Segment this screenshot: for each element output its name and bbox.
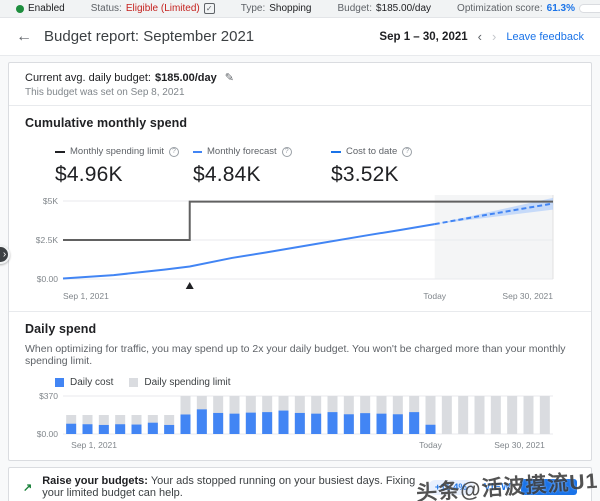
optimization-score-value: 61.3% <box>546 3 575 14</box>
daily-cost-legend-label: Daily cost <box>70 377 114 388</box>
optimization-score-label: Optimization score: <box>457 3 543 14</box>
uplift-badge: +11.4% <box>427 479 474 495</box>
spending-limit-legend-mark <box>55 150 65 153</box>
apply-button[interactable] <box>521 479 577 495</box>
date-range[interactable]: Sep 1 – 30, 2021 <box>379 31 467 43</box>
status-label: Status: <box>90 3 122 14</box>
eligibility-status: Status: Eligible (Limited) ✓ <box>91 3 215 14</box>
svg-text:Sep 30, 2021: Sep 30, 2021 <box>502 291 553 301</box>
enabled-dot-icon <box>16 4 24 13</box>
budget-set-note: This budget was set on Sep 8, 2021 <box>25 87 185 98</box>
daily-chart-legend: Daily cost Daily spending limit <box>55 377 575 388</box>
next-period-button[interactable]: › <box>492 29 496 44</box>
optimization-score: Optimization score: 61.3% <box>457 3 600 14</box>
help-icon[interactable]: ? <box>169 146 179 157</box>
leave-feedback-link[interactable]: Leave feedback <box>506 31 584 43</box>
svg-text:Today: Today <box>419 440 442 450</box>
daily-cost-swatch-icon <box>55 378 64 387</box>
daily-spend-chart[interactable]: $370 $0.00 Sep 1, 2021 Today Sep 30, 2021 <box>27 390 571 454</box>
report-body: Current avg. daily budget: $185.00/day ✎… <box>0 56 600 501</box>
metric-value: $3.52K <box>331 163 399 186</box>
campaign-status-bar: Enabled Status: Eligible (Limited) ✓ Typ… <box>0 0 600 18</box>
edit-budget-icon[interactable]: ✎ <box>225 71 234 84</box>
daily-section-subtitle: When optimizing for traffic, you may spe… <box>25 343 566 367</box>
budget-report-page: Enabled Status: Eligible (Limited) ✓ Typ… <box>0 0 600 501</box>
view-recommendation-link[interactable]: VIEW <box>484 482 511 493</box>
optimization-score-bar <box>579 4 600 13</box>
svg-text:$0.00: $0.00 <box>37 274 59 284</box>
forecast-legend-mark <box>193 150 202 153</box>
svg-text:$2.5K: $2.5K <box>36 235 59 245</box>
current-budget-info: Current avg. daily budget: $185.00/day ✎… <box>9 63 591 105</box>
current-budget-value: $185.00/day <box>154 71 217 84</box>
campaign-type: Type: Shopping <box>241 3 312 14</box>
budget-label: Budget: <box>337 3 372 14</box>
help-icon[interactable]: ? <box>281 146 292 157</box>
enabled-status[interactable]: Enabled <box>16 3 65 14</box>
help-icon[interactable]: ? <box>402 146 413 157</box>
svg-text:$5K: $5K <box>43 196 58 206</box>
trending-up-icon: ↗ <box>23 481 33 494</box>
recommendation-card: ↗ Raise your budgets: Your ads stopped r… <box>8 467 592 501</box>
cost-to-date-legend-mark <box>331 150 341 153</box>
metric-label: Monthly spending limit <box>70 146 164 157</box>
svg-text:Sep 30, 2021: Sep 30, 2021 <box>494 440 545 450</box>
metric-monthly-spending-limit: Monthly spending limit ? $4.96K <box>55 146 193 187</box>
back-arrow-button[interactable]: ← <box>16 28 32 46</box>
status-value: Eligible (Limited) <box>125 3 200 14</box>
type-value: Shopping <box>269 3 312 14</box>
daily-section-title: Daily spend <box>25 322 97 336</box>
metric-label: Monthly forecast <box>207 146 277 157</box>
current-budget-label: Current avg. daily budget: <box>25 71 151 84</box>
recommendation-text: Raise your budgets: Your ads stopped run… <box>42 475 428 499</box>
metric-cost-to-date: Cost to date ? $3.52K <box>331 146 469 187</box>
svg-text:$370: $370 <box>39 391 58 401</box>
cumulative-metrics: Monthly spending limit ? $4.96K Monthly … <box>55 146 575 187</box>
daily-limit-legend-label: Daily spending limit <box>144 377 231 388</box>
recommendation-title: Raise your budgets: <box>42 475 148 487</box>
report-header: ← Budget report: September 2021 Sep 1 – … <box>0 18 600 56</box>
svg-text:Sep 1, 2021: Sep 1, 2021 <box>63 291 109 301</box>
cumulative-spend-section: Cumulative monthly spend Monthly spendin… <box>9 106 591 311</box>
cumulative-section-title: Cumulative monthly spend <box>25 116 188 130</box>
metric-label: Cost to date <box>346 146 398 157</box>
metric-value: $4.96K <box>55 163 123 186</box>
metric-monthly-forecast: Monthly forecast ? $4.84K <box>193 146 331 187</box>
daily-spend-section: Daily spend When optimizing for traffic,… <box>9 312 591 460</box>
budget-report-card: Current avg. daily budget: $185.00/day ✎… <box>8 62 592 461</box>
prev-period-button[interactable]: ‹ <box>478 29 482 44</box>
daily-limit-swatch-icon <box>129 378 139 387</box>
enabled-label: Enabled <box>28 3 65 14</box>
budget-value: $185.00/day <box>375 3 432 14</box>
metric-value: $4.84K <box>193 163 261 186</box>
page-title: Budget report: September 2021 <box>44 28 255 45</box>
campaign-budget: Budget: $185.00/day <box>338 3 432 14</box>
cumulative-spend-chart[interactable]: $5K $2.5K $0.00 Sep 1, 2021 Today Sep 30, 202… <box>27 191 571 305</box>
type-label: Type: <box>240 3 266 14</box>
svg-text:$0.00: $0.00 <box>37 429 59 439</box>
svg-text:Sep 1, 2021: Sep 1, 2021 <box>71 440 117 450</box>
status-details-icon[interactable]: ✓ <box>203 3 215 14</box>
svg-text:Today: Today <box>423 291 446 301</box>
